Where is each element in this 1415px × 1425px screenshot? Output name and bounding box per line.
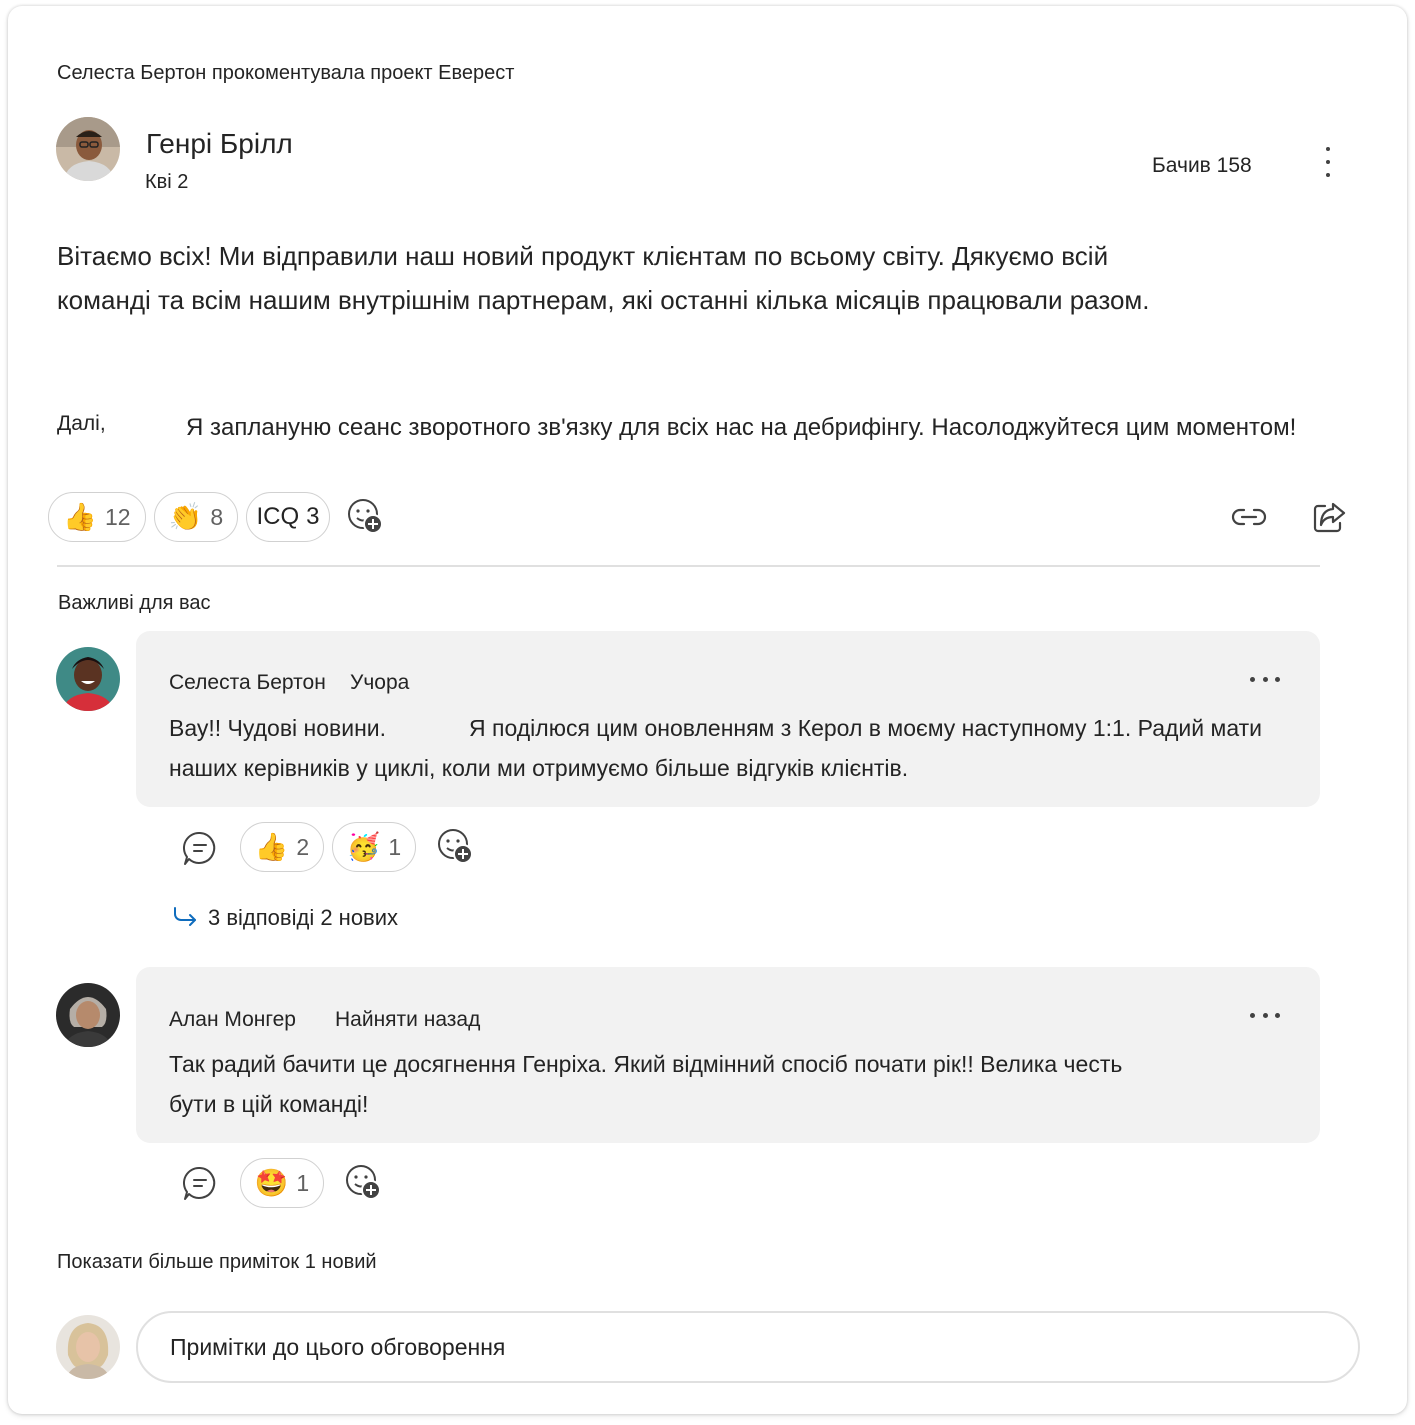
post-body: Вітаємо всіх! Ми відправили наш новий пр… <box>57 241 1150 315</box>
comment-text: Так радий бачити це досягнення Генріха. … <box>169 1051 1123 1077</box>
copy-link-icon[interactable] <box>1229 497 1269 537</box>
reaction-thumbs-up[interactable]: 👍 2 <box>240 822 324 872</box>
star-struck-icon: 🤩 <box>254 1167 289 1198</box>
comment-more-icon[interactable] <box>1250 1010 1280 1020</box>
comment-time: Найняти назад <box>335 1008 481 1031</box>
commenter-name[interactable]: Селеста Бертон <box>169 671 326 695</box>
current-user-avatar <box>56 1315 120 1379</box>
replies-count: 3 відповіді 2 нових <box>208 905 399 930</box>
add-reaction-icon[interactable] <box>436 827 476 867</box>
post-body-next-text: Я заплануню сеанс зворотного зв'язку для… <box>186 414 1297 441</box>
divider <box>57 565 1320 567</box>
show-more-comments-link[interactable]: Показати більше приміток 1 новий <box>57 1251 377 1274</box>
comment-text-line2: наших керівників у циклі, коли ми отриму… <box>169 755 909 781</box>
commenter-avatar[interactable] <box>56 647 120 711</box>
clapping-hands-icon: 👏 <box>168 501 203 532</box>
reaction-count: 12 <box>105 503 131 530</box>
commenter-avatar[interactable] <box>56 983 120 1047</box>
add-reaction-icon[interactable] <box>346 497 386 537</box>
reaction-count: 3 <box>306 503 320 530</box>
reaction-count: 8 <box>210 503 224 530</box>
post-more-options-icon[interactable] <box>1316 143 1340 181</box>
share-icon[interactable] <box>1309 497 1349 537</box>
reply-arrow-icon <box>174 907 196 926</box>
reaction-count: 1 <box>296 1169 310 1196</box>
comment-time: Учора <box>350 671 410 694</box>
thumbs-up-icon: 👍 <box>254 831 289 862</box>
thumbs-up-icon: 👍 <box>63 501 98 532</box>
reaction-thumbs-up[interactable]: 👍 12 <box>48 492 146 542</box>
author-avatar[interactable] <box>56 117 120 181</box>
author-name[interactable]: Генрі Брілл <box>146 128 293 160</box>
commenter-name[interactable]: Алан Монгер <box>169 1008 296 1032</box>
comment-text-continued: Я поділюся цим оновленням з Керол в моєм… <box>469 715 1262 741</box>
add-reaction-icon[interactable] <box>344 1163 384 1203</box>
reaction-icq[interactable]: ICQ 3 <box>246 492 330 542</box>
comment-input[interactable]: Примітки до цього обговорення <box>136 1311 1360 1383</box>
party-face-icon: 🥳 <box>346 831 381 862</box>
comment-more-icon[interactable] <box>1250 674 1280 684</box>
reply-icon[interactable] <box>181 1164 221 1204</box>
post-date: Кві 2 <box>145 171 189 193</box>
section-label: Важливі для вас <box>58 592 211 614</box>
comment-input-placeholder: Примітки до цього обговорення <box>170 1333 506 1360</box>
reaction-clap[interactable]: 👏 8 <box>154 492 238 542</box>
comment-text: Вау!! Чудові новини. <box>169 715 387 741</box>
activity-context: Селеста Бертон прокоментувала проект Еве… <box>57 62 515 84</box>
reply-icon[interactable] <box>181 829 221 869</box>
reaction-party[interactable]: 🥳 1 <box>332 822 416 872</box>
reaction-star-struck[interactable]: 🤩 1 <box>240 1158 324 1208</box>
reaction-count: 2 <box>296 833 310 860</box>
view-replies-link[interactable]: 3 відповіді 2 нових <box>172 905 398 931</box>
post-body-next-label: Далі, <box>57 412 106 435</box>
reaction-count: 1 <box>388 833 402 860</box>
view-count[interactable]: Бачив 158 <box>1152 154 1252 178</box>
icq-reaction-label: ICQ <box>256 503 300 530</box>
comment-text-line2: бути в цій команді! <box>169 1091 369 1117</box>
